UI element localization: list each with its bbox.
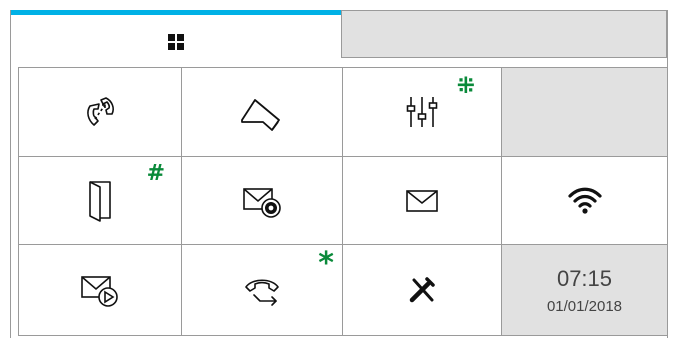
tile-call-forward[interactable]	[18, 68, 181, 157]
tile-grid: ⁜ # * 07:15 01/01/2018	[18, 67, 668, 336]
tab-bar	[11, 10, 667, 68]
tile-wifi[interactable]	[501, 157, 668, 245]
tab-secondary[interactable]	[341, 10, 667, 58]
mail-settings-icon	[243, 187, 281, 218]
tile-mail[interactable]	[342, 157, 501, 245]
tile-call-transfer[interactable]: *	[181, 245, 342, 336]
tile-clock: 07:15 01/01/2018	[501, 245, 668, 336]
equalizer-settings-icon	[406, 97, 438, 127]
badge-star: *	[318, 246, 334, 281]
tile-camera[interactable]	[181, 68, 342, 157]
mail-play-icon	[81, 276, 118, 307]
mail-icon	[406, 189, 438, 212]
badge-asterisk: ⁜	[456, 74, 475, 99]
clock-display: 07:15 01/01/2018	[547, 266, 622, 315]
tools-icon	[409, 277, 435, 303]
tile-empty	[501, 68, 668, 157]
tile-door[interactable]: #	[18, 157, 181, 245]
tile-mail-play[interactable]	[18, 245, 181, 336]
tile-mail-settings[interactable]	[181, 157, 342, 245]
wifi-icon	[567, 187, 602, 214]
call-transfer-icon	[245, 279, 279, 306]
tile-equalizer-settings[interactable]: ⁜	[342, 68, 501, 157]
grid-icon	[168, 33, 184, 50]
tile-tools[interactable]	[342, 245, 501, 336]
door-icon	[89, 180, 111, 222]
camera-icon	[241, 99, 280, 131]
clock-time: 07:15	[556, 265, 613, 291]
badge-hash: #	[146, 161, 165, 186]
call-forward-handset-icon	[87, 97, 114, 126]
tab-home[interactable]	[11, 10, 341, 68]
clock-date: 01/01/2018	[546, 297, 623, 315]
app-frame: ⁜ # * 07:15 01/01/2018	[10, 10, 668, 338]
